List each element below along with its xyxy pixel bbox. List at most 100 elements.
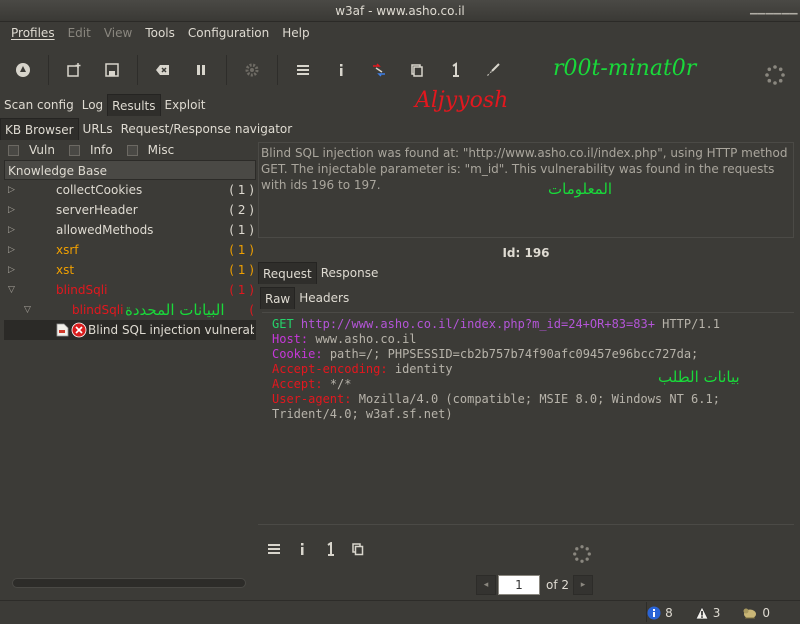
list-button[interactable] — [263, 537, 285, 561]
toolbar-separator — [226, 55, 227, 85]
copy-icon — [411, 64, 423, 77]
kb-item-count: ( — [249, 303, 254, 317]
kb-selected-label: Blind SQL injection vulnerabilit — [88, 323, 254, 337]
copy-button[interactable] — [347, 537, 369, 561]
horizontal-scrollbar[interactable] — [12, 578, 246, 588]
one-button[interactable] — [319, 537, 341, 561]
header-colon: : — [380, 362, 388, 376]
menu-tools[interactable]: Tools — [138, 22, 181, 44]
tools-button[interactable] — [480, 57, 506, 83]
minimize-icon[interactable]: ▁▁ — [750, 0, 765, 22]
tab-results[interactable]: Results — [107, 94, 161, 116]
header-colon: : — [300, 332, 309, 346]
spinner-icon — [573, 545, 591, 563]
kb-tree-item[interactable]: ▽ blindSqli ( 1 ) — [4, 280, 256, 300]
new-profile-button[interactable] — [61, 57, 87, 83]
brand-subtext: Aljyyosh — [415, 88, 509, 113]
copy-button[interactable] — [404, 57, 430, 83]
menu-bar: Profiles Edit View Tools Configuration H… — [0, 22, 800, 44]
tab-response[interactable]: Response — [317, 262, 383, 284]
expander-open-icon[interactable]: ▽ — [8, 280, 15, 300]
info-button[interactable] — [291, 537, 313, 561]
next-page-button[interactable]: ▸ — [573, 575, 594, 595]
menu-view[interactable]: View — [97, 22, 138, 44]
menu-help[interactable]: Help — [275, 22, 315, 44]
kb-tree-item[interactable]: ▷ collectCookies ( 1 ) — [4, 180, 256, 200]
header-name: Cookie — [272, 347, 316, 361]
list-button[interactable] — [290, 57, 316, 83]
menu-profiles[interactable]: Profiles — [4, 22, 61, 44]
new-document-icon — [67, 63, 81, 77]
tab-exploit[interactable]: Exploit — [161, 94, 210, 116]
one-button[interactable] — [442, 57, 468, 83]
compare-icon — [373, 63, 385, 77]
tab-urls[interactable]: URLs — [79, 118, 117, 140]
settings-button[interactable] — [239, 57, 265, 83]
status-warnings: 3 — [695, 605, 721, 620]
clear-button[interactable] — [150, 57, 176, 83]
list-icon — [268, 543, 280, 554]
info-checkbox[interactable] — [68, 144, 80, 156]
kb-browser-pane: Vuln Info Misc Knowledge Base ▷ collectC… — [4, 140, 256, 598]
save-icon — [105, 63, 119, 77]
prev-page-button[interactable]: ◂ — [476, 575, 496, 595]
kb-tree-item[interactable]: ▷ xst ( 1 ) — [4, 260, 256, 280]
kb-tree-item-selected[interactable]: Blind SQL injection vulnerabilit — [4, 320, 256, 340]
header-continuation: Trident/4.0; w3af.sf.net) — [272, 407, 453, 421]
tab-scan-config[interactable]: Scan config — [0, 94, 78, 116]
kb-item-label: blindSqli — [56, 283, 108, 297]
tab-kb-browser[interactable]: KB Browser — [0, 118, 79, 140]
header-colon: : — [315, 347, 323, 361]
info-icon — [340, 64, 343, 76]
pause-button[interactable] — [188, 57, 214, 83]
maximize-icon[interactable]: ▁▁ — [766, 0, 781, 22]
request-actions-bar — [258, 524, 794, 572]
status-bar: 8 3 0 — [0, 600, 800, 624]
save-profile-button[interactable] — [99, 57, 125, 83]
tab-raw[interactable]: Raw — [260, 287, 296, 309]
kb-column-header[interactable]: Knowledge Base — [4, 160, 256, 180]
expander-icon[interactable]: ▷ — [8, 180, 15, 200]
tab-headers[interactable]: Headers — [295, 287, 353, 309]
menu-edit[interactable]: Edit — [61, 22, 97, 44]
expander-icon[interactable]: ▷ — [8, 240, 15, 260]
header-line: Host: www.asho.co.il — [272, 332, 784, 347]
tab-log[interactable]: Log — [78, 94, 107, 116]
raw-request-view[interactable]: GET http://www.asho.co.il/index.php?m_id… — [262, 312, 794, 522]
warning-count: 3 — [712, 605, 721, 620]
gear-icon — [245, 63, 259, 77]
compare-button[interactable] — [366, 57, 392, 83]
header-name: Accept-encoding — [272, 362, 381, 376]
status-errors: 0 — [742, 606, 770, 620]
request-url: http://www.asho.co.il/index.php?m_id=24+… — [300, 317, 655, 331]
http-protocol: HTTP/1.1 — [662, 317, 720, 331]
header-value: */* — [329, 377, 352, 391]
window-title: w3af - www.asho.co.il — [335, 4, 465, 18]
kb-tree-item[interactable]: ▷ allowedMethods ( 1 ) — [4, 220, 256, 240]
expander-icon[interactable]: ▷ — [8, 260, 15, 280]
tab-request-response-navigator[interactable]: Request/Response navigator — [117, 118, 297, 140]
page-number-input[interactable]: 1 — [498, 575, 540, 595]
expander-icon[interactable]: ▷ — [8, 220, 15, 240]
expander-open-icon[interactable]: ▽ — [24, 300, 31, 320]
vuln-checkbox[interactable] — [8, 144, 19, 156]
bug-icon — [743, 608, 757, 618]
copy-icon — [352, 542, 364, 555]
toolbar-separator — [277, 55, 278, 85]
request-line: GET http://www.asho.co.il/index.php?m_id… — [272, 317, 784, 332]
kb-tree-item[interactable]: ▷ xsrf ( 1 ) — [4, 240, 256, 260]
vuln-label: Vuln — [29, 143, 55, 157]
kb-tree-item[interactable]: ▷ serverHeader ( 2 ) — [4, 200, 256, 220]
status-info: 8 — [647, 606, 673, 620]
tab-request[interactable]: Request — [258, 262, 317, 284]
info-button[interactable] — [328, 57, 354, 83]
pause-icon — [197, 65, 205, 75]
kb-item-count: ( 1 ) — [229, 283, 254, 297]
misc-checkbox[interactable] — [126, 144, 138, 156]
start-scan-button[interactable] — [10, 57, 36, 83]
menu-configuration[interactable]: Configuration — [181, 22, 275, 44]
request-id-label: Id: 196 — [502, 246, 550, 260]
close-icon[interactable]: ▁▁ — [782, 0, 797, 22]
error-count: 0 — [762, 605, 770, 620]
expander-icon[interactable]: ▷ — [8, 200, 15, 220]
